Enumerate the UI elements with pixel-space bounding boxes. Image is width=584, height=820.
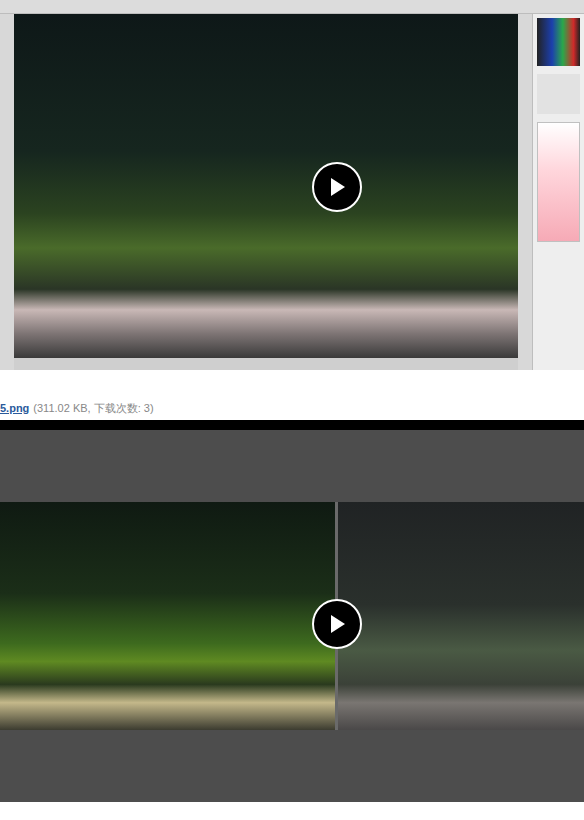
play-icon[interactable] (312, 599, 362, 649)
attachment-caption: 5.png (311.02 KB, 下载次数: 3) (0, 400, 584, 416)
play-icon[interactable] (312, 162, 362, 212)
video-frame[interactable] (0, 0, 584, 370)
attachment-info: (311.02 KB, 下载次数: 3) (33, 403, 153, 414)
video-frame[interactable] (0, 420, 584, 802)
attachment-link[interactable]: 5.png (0, 403, 29, 414)
